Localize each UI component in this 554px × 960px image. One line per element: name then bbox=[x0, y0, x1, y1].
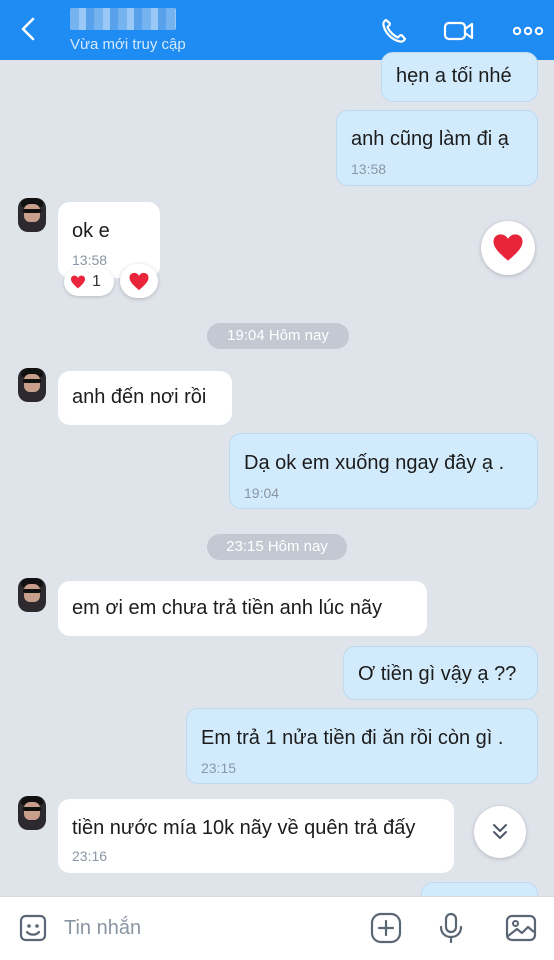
reaction-count-chip[interactable]: 1 bbox=[64, 268, 114, 296]
date-separator: 19:04 Hôm nay bbox=[207, 323, 349, 349]
heart-icon bbox=[71, 275, 85, 289]
avatar[interactable] bbox=[18, 578, 46, 612]
message-time: 23:15 bbox=[201, 760, 237, 776]
incoming-message[interactable]: em ơi em chưa trả tiền anh lúc nãy bbox=[58, 581, 427, 636]
add-reaction-button[interactable] bbox=[120, 264, 158, 298]
heart-icon bbox=[493, 234, 523, 261]
message-composer: Tin nhắn bbox=[0, 896, 554, 960]
back-chevron-icon[interactable] bbox=[14, 14, 44, 44]
message-text: Em trả 1 nửa tiền đi ăn rồi còn gì . bbox=[201, 727, 504, 749]
reaction-count: 1 bbox=[92, 273, 101, 290]
message-text: anh cũng làm đi ạ bbox=[351, 128, 509, 150]
outgoing-message[interactable]: Em trả 1 nửa tiền đi ăn rồi còn gì . 23:… bbox=[186, 708, 538, 784]
contact-name-blurred[interactable] bbox=[70, 8, 176, 30]
sticker-icon[interactable] bbox=[16, 911, 50, 945]
heart-icon bbox=[129, 272, 149, 291]
date-separator: 23:15 Hôm nay bbox=[207, 534, 347, 560]
plus-icon[interactable] bbox=[369, 911, 403, 945]
incoming-message[interactable]: tiền nước mía 10k nãy về quên trả đấy 23… bbox=[58, 799, 454, 873]
contact-status: Vừa mới truy cập bbox=[70, 36, 186, 53]
microphone-icon[interactable] bbox=[434, 911, 468, 945]
message-time: 13:58 bbox=[72, 252, 108, 268]
incoming-message[interactable]: anh đến nơi rồi bbox=[58, 371, 232, 425]
message-time: 23:16 bbox=[72, 848, 108, 864]
outgoing-message[interactable]: hẹn a tối nhé bbox=[381, 52, 538, 102]
message-text: Dạ ok em xuống ngay đây ạ . bbox=[244, 452, 505, 474]
outgoing-message[interactable]: anh cũng làm đi ạ 13:58 bbox=[336, 110, 538, 186]
message-time: 19:04 bbox=[244, 485, 280, 501]
avatar[interactable] bbox=[18, 368, 46, 402]
quick-heart-button[interactable] bbox=[481, 221, 535, 275]
image-icon[interactable] bbox=[504, 911, 538, 945]
message-text: em ơi em chưa trả tiền anh lúc nãy bbox=[72, 597, 382, 619]
more-icon[interactable] bbox=[511, 14, 545, 48]
message-time: 13:58 bbox=[351, 161, 387, 177]
message-text: hẹn a tối nhé bbox=[396, 65, 512, 87]
message-text: tiền nước mía 10k nãy về quên trả đấy bbox=[72, 817, 416, 839]
avatar[interactable] bbox=[18, 198, 46, 232]
phone-icon[interactable] bbox=[377, 14, 411, 48]
avatar[interactable] bbox=[18, 796, 46, 830]
scroll-down-icon bbox=[493, 824, 507, 839]
outgoing-message[interactable]: Dạ ok em xuống ngay đây ạ . 19:04 bbox=[229, 433, 538, 509]
message-text: ok e bbox=[72, 220, 110, 242]
scroll-down-button[interactable] bbox=[474, 806, 526, 858]
video-call-icon[interactable] bbox=[442, 14, 476, 48]
message-text: anh đến nơi rồi bbox=[72, 386, 207, 408]
message-input[interactable]: Tin nhắn bbox=[64, 917, 141, 940]
chat-header: Vừa mới truy cập bbox=[0, 0, 554, 60]
message-text: Ơ tiền gì vậy ạ ?? bbox=[358, 663, 517, 685]
outgoing-message[interactable]: Ơ tiền gì vậy ạ ?? bbox=[343, 646, 538, 700]
